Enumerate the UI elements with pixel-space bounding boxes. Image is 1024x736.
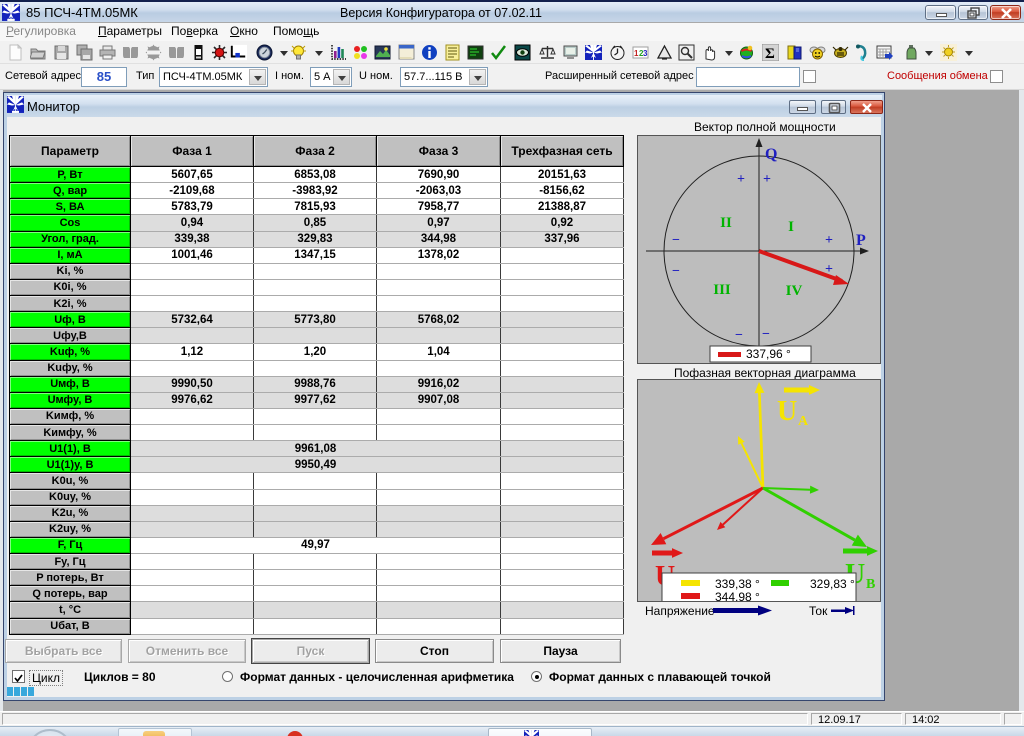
svg-text:3: 3	[643, 49, 648, 58]
svg-text:−: −	[735, 328, 743, 343]
svg-text:III: III	[713, 282, 731, 298]
svg-text:−: −	[672, 233, 680, 248]
svg-text:IV: IV	[786, 283, 803, 299]
svg-text:339,38 °: 339,38 °	[715, 577, 760, 591]
svg-text:Q: Q	[765, 146, 777, 163]
svg-text:+: +	[825, 233, 833, 248]
svg-text:−: −	[672, 264, 680, 279]
svg-text:+: +	[737, 172, 745, 187]
svg-text:−: −	[762, 327, 770, 342]
svg-text:B: B	[866, 577, 875, 592]
svg-text:P: P	[856, 232, 866, 249]
svg-text:329,83 °: 329,83 °	[810, 577, 855, 591]
svg-text:Напряжение: Напряжение	[645, 604, 715, 618]
svg-text:A: A	[798, 414, 809, 429]
svg-text:+: +	[763, 172, 771, 187]
svg-text:344,98 °: 344,98 °	[715, 590, 760, 601]
svg-text:Σ: Σ	[765, 46, 775, 61]
svg-text:Ток: Ток	[809, 604, 828, 618]
svg-text:I: I	[788, 219, 794, 235]
svg-text:337,96 °: 337,96 °	[746, 347, 791, 361]
svg-text:U: U	[777, 396, 797, 427]
svg-text:II: II	[720, 215, 732, 231]
